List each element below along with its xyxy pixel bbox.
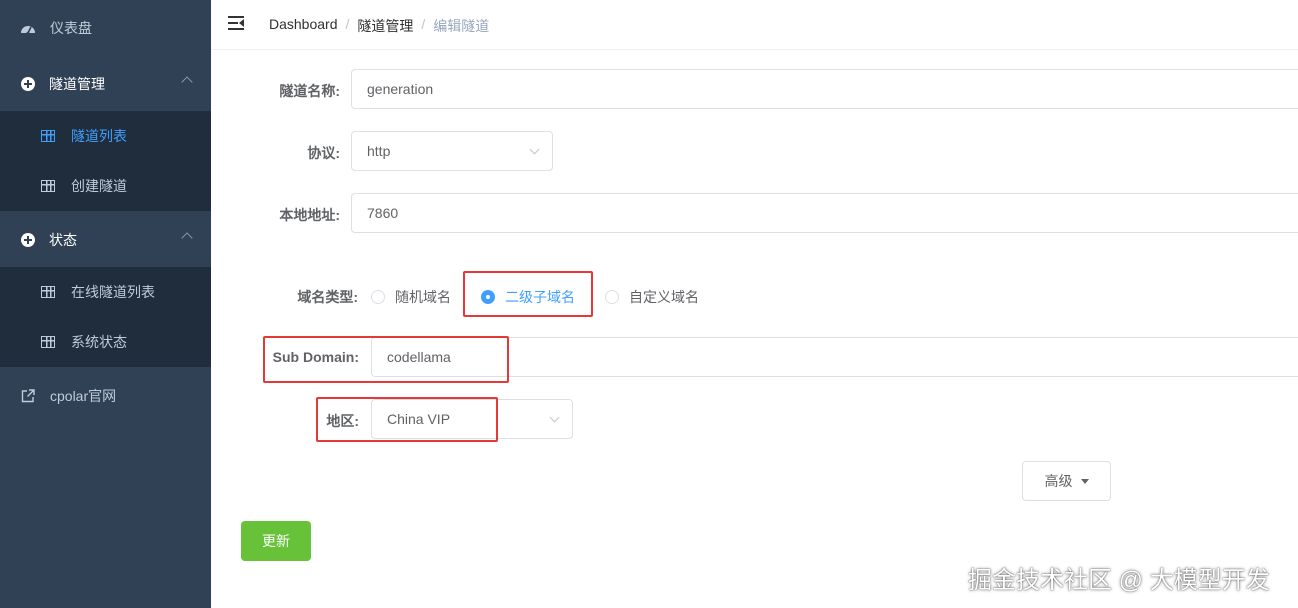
chevron-up-icon xyxy=(181,76,193,88)
chevron-up-icon xyxy=(181,232,193,244)
sidebar-item-label: 在线隧道列表 xyxy=(71,284,155,300)
local-address-label: 本地地址: xyxy=(279,207,340,223)
grid-icon xyxy=(40,334,56,350)
circle-plus-icon xyxy=(20,76,36,92)
sidebar-item-label: cpolar官网 xyxy=(50,388,117,404)
menu-toggle-icon[interactable] xyxy=(228,16,244,30)
sidebar-item-label: 隧道列表 xyxy=(71,128,127,144)
domain-type-label: 域名类型: xyxy=(297,289,358,305)
update-button[interactable]: 更新 xyxy=(241,521,311,561)
sidebar: 仪表盘 隧道管理 隧道列表 创建隧道 状态 在线隧道列表 系统状态 cpolar… xyxy=(0,0,211,608)
highlight-box xyxy=(316,397,498,442)
advanced-button[interactable]: 高级 xyxy=(1022,461,1111,501)
tunnel-name-input[interactable]: generation xyxy=(351,69,1298,109)
grid-icon xyxy=(40,178,56,194)
external-link-icon xyxy=(20,388,36,404)
local-address-input[interactable]: 7860 xyxy=(351,193,1298,233)
highlight-box xyxy=(463,271,593,317)
breadcrumb-tunnel-management[interactable]: 隧道管理 xyxy=(357,16,413,36)
breadcrumb: Dashboard / 隧道管理 / 编辑隧道 xyxy=(269,16,490,36)
breadcrumb-edit-tunnel: 编辑隧道 xyxy=(433,18,490,34)
grid-icon xyxy=(40,128,56,144)
sidebar-item-website[interactable]: cpolar官网 xyxy=(0,368,211,424)
protocol-label: 协议: xyxy=(307,145,340,161)
sidebar-item-label: 创建隧道 xyxy=(71,178,127,194)
watermark: 掘金技术社区 @ 大模型开发 xyxy=(968,567,1270,594)
sidebar-item-create-tunnel[interactable]: 创建隧道 xyxy=(0,161,211,211)
chevron-down-icon xyxy=(529,144,540,155)
sidebar-group-status[interactable]: 状态 xyxy=(0,212,211,268)
tunnel-name-label: 隧道名称: xyxy=(279,83,340,99)
radio-icon xyxy=(605,290,619,304)
sidebar-item-label: 仪表盘 xyxy=(50,20,92,36)
sidebar-item-online-list[interactable]: 在线隧道列表 xyxy=(0,267,211,317)
highlight-box xyxy=(263,336,509,383)
top-navbar: Dashboard / 隧道管理 / 编辑隧道 xyxy=(211,0,1298,50)
subdomain-input[interactable]: codellama xyxy=(371,337,1298,377)
radio-custom-domain[interactable]: 自定义域名 xyxy=(605,287,699,307)
breadcrumb-dashboard[interactable]: Dashboard xyxy=(269,16,338,36)
sidebar-item-label: 系统状态 xyxy=(71,334,127,350)
protocol-select[interactable]: http xyxy=(351,131,553,171)
circle-plus-icon xyxy=(20,232,36,248)
local-address-value: 7860 xyxy=(367,205,399,221)
grid-icon xyxy=(40,284,56,300)
dashboard-icon xyxy=(20,20,36,36)
sidebar-item-system-status[interactable]: 系统状态 xyxy=(0,317,211,367)
radio-random-domain[interactable]: 随机域名 xyxy=(371,287,451,307)
caret-down-icon xyxy=(1080,478,1089,484)
sidebar-group-tunnel[interactable]: 隧道管理 xyxy=(0,56,211,112)
sidebar-item-dashboard[interactable]: 仪表盘 xyxy=(0,0,211,56)
radio-icon xyxy=(371,290,385,304)
protocol-value: http xyxy=(367,143,391,159)
sidebar-group-label: 状态 xyxy=(49,232,77,248)
sidebar-item-tunnel-list[interactable]: 隧道列表 xyxy=(0,111,211,161)
sidebar-group-label: 隧道管理 xyxy=(49,76,105,92)
tunnel-name-value: generation xyxy=(367,81,434,97)
chevron-down-icon xyxy=(549,412,560,423)
